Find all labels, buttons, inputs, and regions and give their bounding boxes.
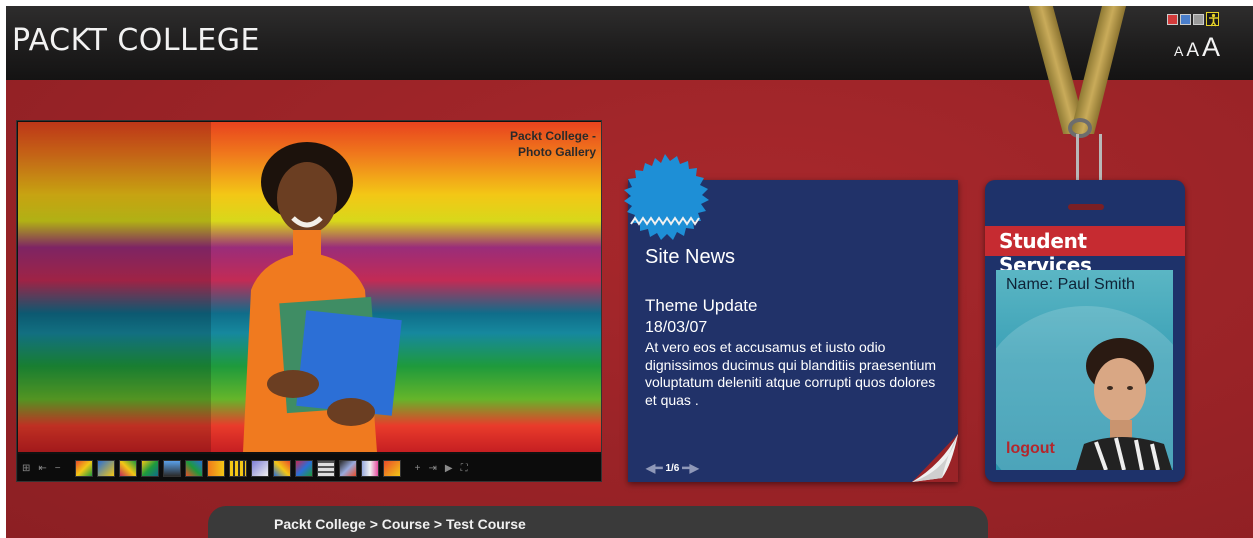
badge-slot <box>1068 204 1104 210</box>
thumbnail[interactable] <box>118 459 137 477</box>
thumbnail-strip <box>74 459 401 477</box>
next-thumbs-icon[interactable]: ⇥ <box>428 463 436 474</box>
news-pager: ◀━ 1/6 ━▶ <box>646 461 699 475</box>
news-title: Site News <box>645 246 736 268</box>
text-size-large-button[interactable]: A <box>1202 32 1220 63</box>
thumbnail[interactable] <box>338 459 357 477</box>
thumbnail[interactable] <box>294 459 313 477</box>
thumbnail[interactable] <box>382 459 401 477</box>
student-id-photo-panel: Name: Paul Smith logout <box>996 270 1173 470</box>
thumbnail[interactable] <box>96 459 115 477</box>
blue-theme-swatch[interactable] <box>1180 13 1191 25</box>
gallery-thumbnail-bar: ⊞ ⇤ − + ⇥ ▶ ⛶ <box>18 454 601 481</box>
page-curl-icon <box>912 434 958 482</box>
thumbnail[interactable] <box>184 459 203 477</box>
news-headline[interactable]: Theme Update <box>645 296 757 316</box>
previous-thumbs-icon[interactable]: ⇤ <box>38 463 46 474</box>
logout-link[interactable]: logout <box>1006 440 1055 458</box>
thumbnail[interactable] <box>250 459 269 477</box>
thumbnail[interactable] <box>272 459 291 477</box>
accessibility-person-icon[interactable] <box>1206 12 1219 27</box>
thumbnail[interactable] <box>140 459 159 477</box>
zoom-out-icon[interactable]: − <box>55 463 61 474</box>
thumbnail[interactable] <box>206 459 225 477</box>
news-next-arrow-icon[interactable]: ━▶ <box>682 461 698 475</box>
grid-view-icon[interactable]: ⊞ <box>22 463 30 474</box>
thumbnail[interactable] <box>316 459 335 477</box>
news-page-indicator: 1/6 <box>665 462 680 474</box>
breadcrumb[interactable]: Packt College > Course > Test Course <box>274 516 526 532</box>
site-title[interactable]: PACKT COLLEGE <box>12 23 260 58</box>
breadcrumb-bar: Packt College > Course > Test Course <box>208 506 988 538</box>
text-size-medium-button[interactable]: A <box>1186 40 1199 62</box>
news-prev-arrow-icon[interactable]: ◀━ <box>646 461 662 475</box>
thumbnail[interactable] <box>228 459 247 477</box>
fullscreen-icon[interactable]: ⛶ <box>461 463 468 474</box>
student-portrait <box>1076 338 1172 470</box>
thumbnail[interactable] <box>74 459 93 477</box>
page: PACKT COLLEGE A A A Packt College - Phot… <box>6 6 1253 538</box>
news-seal-badge-icon <box>624 154 709 240</box>
grey-theme-swatch[interactable] <box>1193 13 1204 25</box>
student-photo <box>243 142 402 452</box>
red-theme-swatch[interactable] <box>1167 13 1178 25</box>
news-body: At vero eos et accusamus et iusto odio d… <box>645 339 937 408</box>
photo-gallery[interactable]: Packt College - Photo Gallery ⊞ ⇤ − + ⇥ … <box>16 120 602 482</box>
gallery-main-photo[interactable]: Packt College - Photo Gallery <box>18 122 601 452</box>
gallery-caption-line2: Photo Gallery <box>517 145 596 159</box>
photo-shadow-fold <box>18 122 211 452</box>
color-scheme-switcher <box>1167 12 1219 27</box>
news-date: 18/03/07 <box>645 319 708 336</box>
gallery-caption: Packt College - Photo Gallery <box>510 128 596 160</box>
student-name: Name: Paul Smith <box>1006 276 1135 293</box>
thumbnail[interactable] <box>162 459 181 477</box>
thumbnail[interactable] <box>360 459 379 477</box>
play-icon[interactable]: ▶ <box>445 463 453 474</box>
gallery-caption-line1: Packt College - <box>509 129 596 143</box>
zoom-in-icon[interactable]: + <box>415 463 421 474</box>
student-services-card: Student Services Name: Paul Smith logout <box>985 180 1185 482</box>
text-size-controls: A A A <box>1174 32 1220 63</box>
text-size-small-button[interactable]: A <box>1174 43 1183 59</box>
